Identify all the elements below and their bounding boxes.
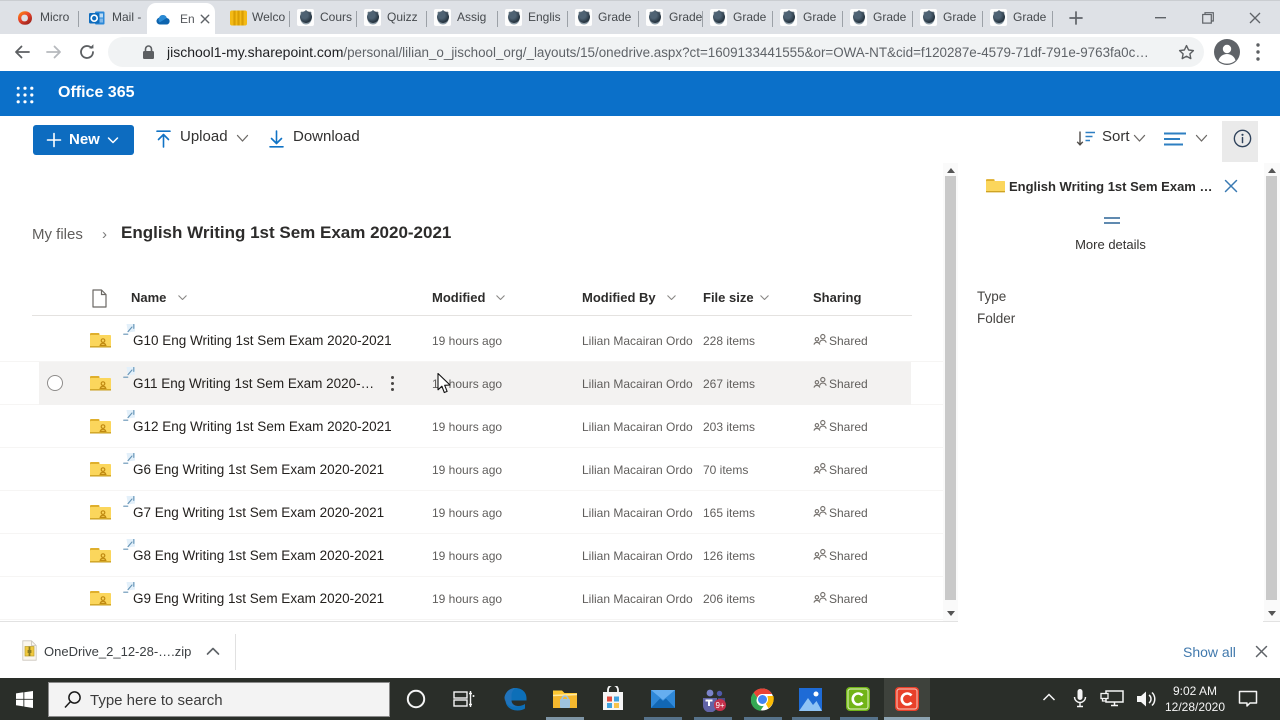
svg-text:9+: 9+ — [715, 701, 724, 710]
